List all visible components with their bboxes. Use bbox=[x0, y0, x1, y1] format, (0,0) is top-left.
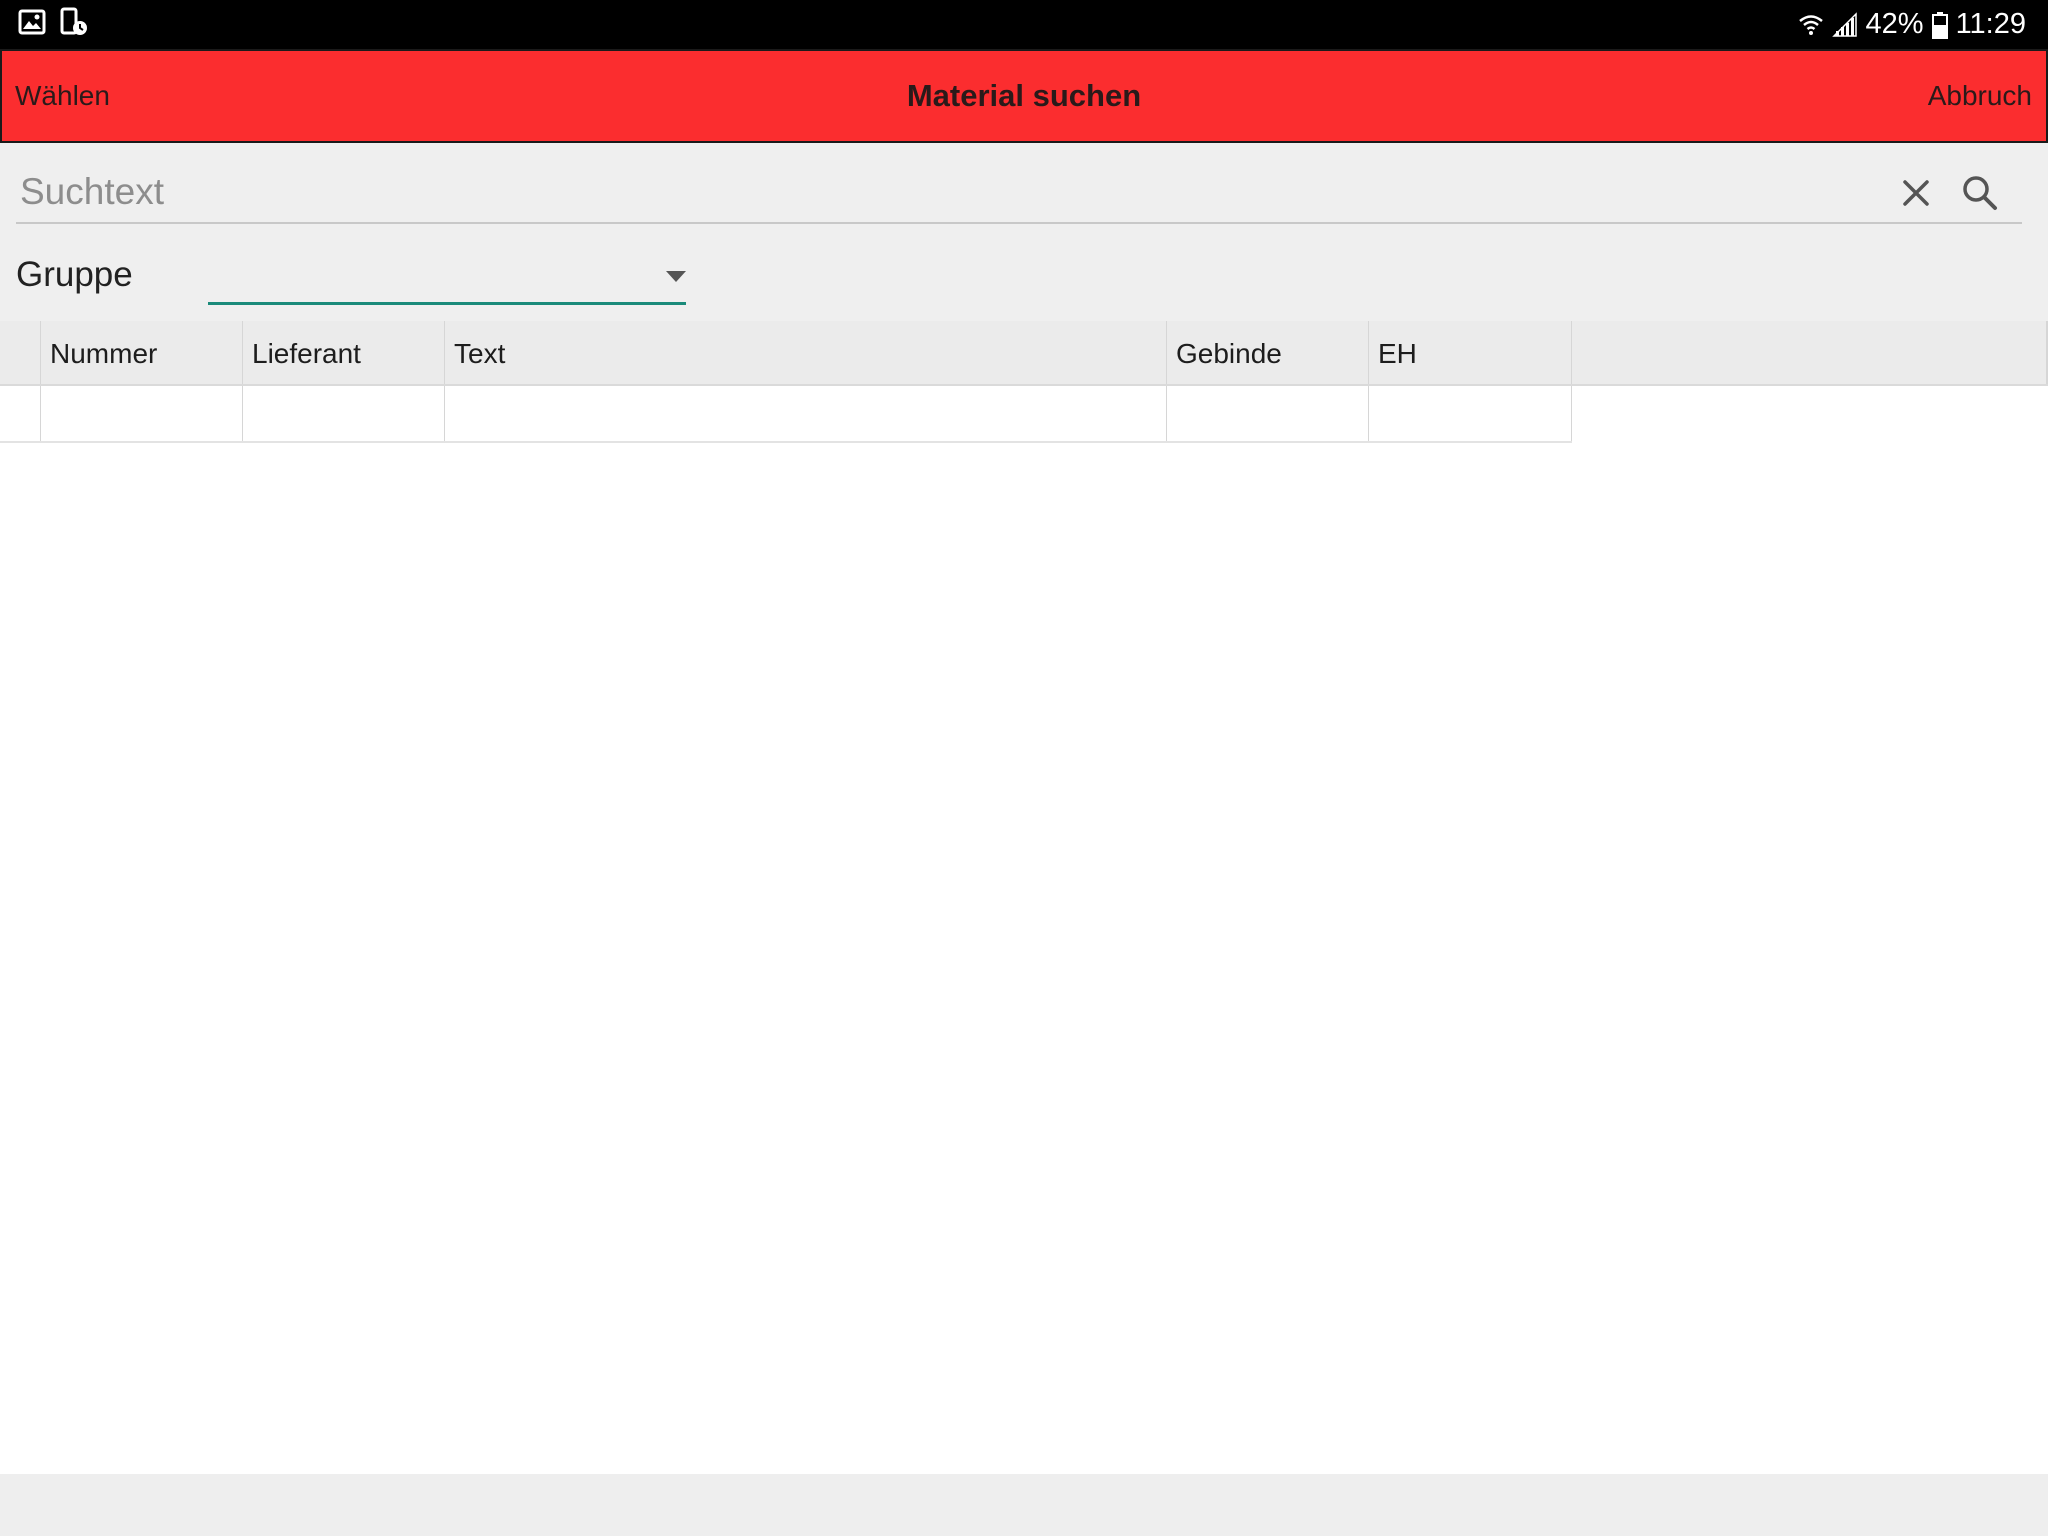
clear-icon[interactable] bbox=[1896, 173, 1936, 213]
table-cell-lieferant bbox=[243, 386, 445, 441]
table-cell-nummer bbox=[41, 386, 243, 441]
results-table: Nummer Lieferant Text Gebinde EH bbox=[0, 321, 2048, 443]
column-header-text[interactable]: Text bbox=[445, 321, 1167, 384]
table-row[interactable] bbox=[0, 386, 1572, 443]
search-input[interactable] bbox=[20, 163, 1880, 221]
clock: 11:29 bbox=[1955, 8, 2026, 40]
chevron-down-icon bbox=[666, 271, 686, 282]
group-label: Gruppe bbox=[16, 255, 133, 294]
column-header-filler bbox=[1572, 321, 2048, 384]
battery-icon bbox=[1931, 11, 1948, 39]
page-title: Material suchen bbox=[906, 78, 1142, 113]
table-cell-selector bbox=[0, 386, 41, 441]
filter-panel: Gruppe bbox=[0, 143, 2048, 321]
column-header-lieferant[interactable]: Lieferant bbox=[243, 321, 445, 384]
bottom-bar bbox=[0, 1474, 2048, 1536]
column-header-eh[interactable]: EH bbox=[1369, 321, 1572, 384]
column-header-gebinde[interactable]: Gebinde bbox=[1167, 321, 1369, 384]
table-header: Nummer Lieferant Text Gebinde EH bbox=[0, 321, 2048, 386]
status-bar-system: 42% 11:29 bbox=[1798, 0, 2026, 49]
table-cell-gebinde bbox=[1167, 386, 1369, 441]
status-bar: 42% 11:29 bbox=[0, 0, 2048, 49]
group-dropdown[interactable] bbox=[208, 251, 686, 305]
battery-percent: 42% bbox=[1865, 8, 1924, 40]
table-cell-eh bbox=[1369, 386, 1572, 441]
table-cell-text bbox=[445, 386, 1167, 441]
cancel-button[interactable]: Abbruch bbox=[1928, 51, 2032, 141]
column-header-selector[interactable] bbox=[0, 321, 41, 384]
app-header: Wählen Material suchen Abbruch bbox=[0, 49, 2048, 143]
select-button[interactable]: Wählen bbox=[15, 51, 110, 141]
status-bar-notifications bbox=[18, 7, 88, 42]
screen-recorder-icon bbox=[60, 7, 88, 42]
column-header-nummer[interactable]: Nummer bbox=[41, 321, 243, 384]
signal-icon bbox=[1831, 11, 1858, 38]
search-bar bbox=[16, 163, 2022, 224]
gallery-icon bbox=[18, 9, 46, 40]
wifi-icon bbox=[1798, 12, 1824, 38]
search-icon[interactable] bbox=[1958, 171, 2002, 215]
